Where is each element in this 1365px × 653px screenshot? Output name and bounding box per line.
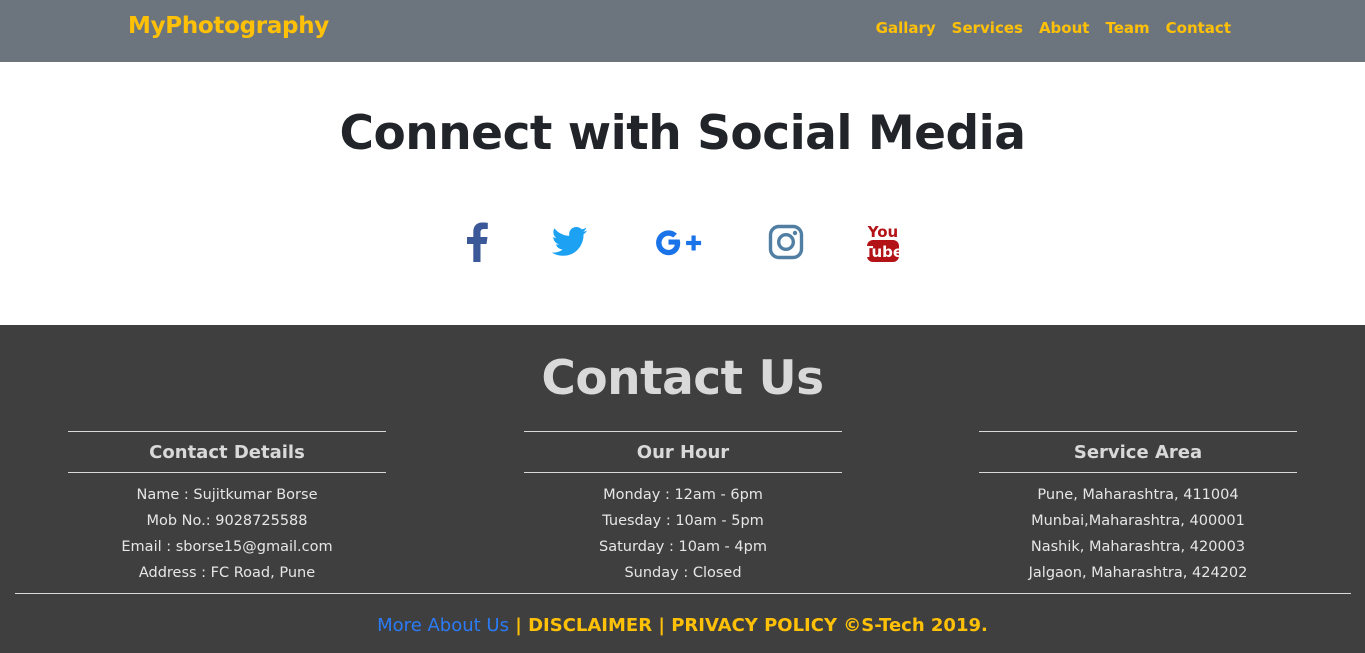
list-item: Monday : 12am - 6pm (603, 487, 763, 503)
footer: Contact Us Contact Details Name : Sujitk… (0, 325, 1365, 653)
nav-link-about[interactable]: About (1039, 19, 1090, 37)
list-item: Pune, Maharashtra, 411004 (1037, 487, 1239, 503)
list-item: Sunday : Closed (624, 565, 742, 581)
nav-menu: Gallary Services About Team Contact (876, 19, 1231, 37)
nav-link-contact[interactable]: Contact (1166, 19, 1231, 37)
footer-divider (15, 593, 1351, 594)
contact-details-list: Name : Sujitkumar Borse Mob No.: 9028725… (68, 482, 386, 586)
column-heading: Service Area (979, 431, 1297, 473)
column-heading: Our Hour (524, 431, 842, 473)
nav-link-team[interactable]: Team (1105, 19, 1149, 37)
brand-logo[interactable]: MyPhotography (128, 13, 329, 39)
youtube-text-top: You (867, 223, 898, 241)
youtube-icon[interactable]: You Tube (864, 220, 902, 264)
more-about-us-link[interactable]: More About Us (377, 615, 509, 636)
twitter-icon[interactable] (551, 220, 589, 264)
contact-details-column: Contact Details Name : Sujitkumar Borse … (68, 431, 386, 586)
nav-link-gallary[interactable]: Gallary (876, 19, 936, 37)
list-item: Munbai,Maharashtra, 400001 (1031, 513, 1245, 529)
footer-bottom-bar: More About Us | DISCLAIMER | PRIVACY POL… (0, 615, 1365, 636)
separator: | (508, 615, 529, 636)
nav-link-services[interactable]: Services (952, 19, 1023, 37)
list-item: Saturday : 10am - 4pm (599, 539, 767, 555)
facebook-icon[interactable] (462, 220, 492, 264)
service-area-list: Pune, Maharashtra, 411004 Munbai,Maharas… (979, 482, 1297, 586)
disclaimer-link[interactable]: DISCLAIMER (528, 615, 652, 636)
list-item: Mob No.: 9028725588 (146, 513, 308, 529)
list-item: Jalgaon, Maharashtra, 424202 (1028, 565, 1248, 581)
copyright-text: ©S-Tech 2019. (837, 615, 988, 636)
column-heading: Contact Details (68, 431, 386, 473)
youtube-text-bottom: Tube (865, 243, 901, 261)
list-item: Nashik, Maharashtra, 420003 (1030, 539, 1246, 555)
instagram-icon[interactable] (767, 220, 805, 264)
list-item: Tuesday : 10am - 5pm (602, 513, 764, 529)
google-plus-icon[interactable] (651, 220, 707, 264)
our-hour-column: Our Hour Monday : 12am - 6pm Tuesday : 1… (524, 431, 842, 586)
list-item: Name : Sujitkumar Borse (136, 487, 318, 503)
navbar: MyPhotography Gallary Services About Tea… (0, 0, 1365, 62)
separator: | (652, 615, 672, 636)
privacy-policy-link[interactable]: PRIVACY POLICY (671, 615, 837, 636)
list-item: Email : sborse15@gmail.com (121, 539, 333, 555)
service-area-column: Service Area Pune, Maharashtra, 411004 M… (979, 431, 1297, 586)
contact-us-heading: Contact Us (541, 351, 824, 406)
social-heading: Connect with Social Media (339, 106, 1026, 161)
list-item: Address : FC Road, Pune (138, 565, 316, 581)
our-hour-list: Monday : 12am - 6pm Tuesday : 10am - 5pm… (524, 482, 842, 586)
